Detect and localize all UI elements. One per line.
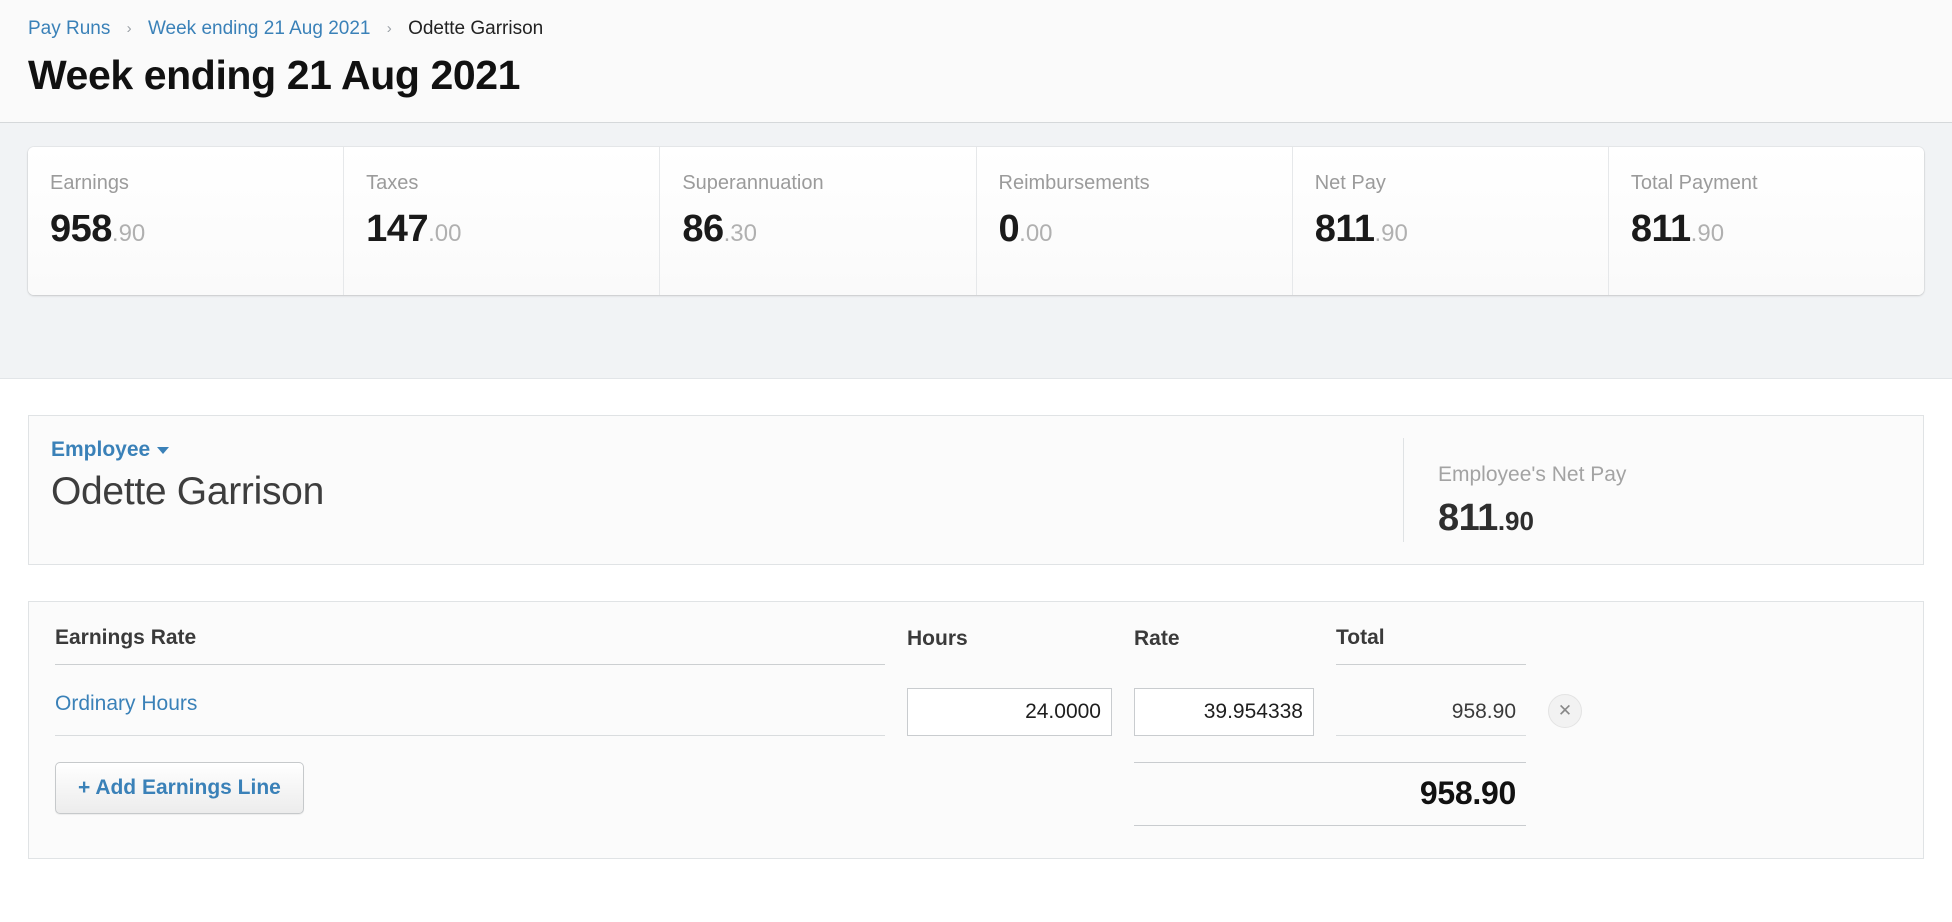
summary-card-value-whole: 86: [682, 208, 724, 250]
summary-card-value: 811.90: [1631, 207, 1924, 259]
summary-card-label: Taxes: [366, 172, 419, 194]
summary-card-value-frac: .00: [428, 220, 462, 247]
rate-cell: [1134, 688, 1314, 736]
employee-net-pay: Employee's Net Pay 811.90: [1403, 438, 1923, 542]
employee-panel-left: Employee Odette Garrison: [29, 416, 1403, 564]
employee-net-pay-whole: 811: [1438, 497, 1498, 539]
earnings-table-footer: + Add Earnings Line 958.90: [29, 762, 1923, 826]
summary-card-value-frac: .90: [1690, 220, 1725, 247]
employee-selector[interactable]: Employee: [51, 438, 170, 462]
add-earnings-line-button[interactable]: + Add Earnings Line: [55, 762, 304, 814]
summary-card-total-payment: Total Payment 811.90: [1608, 147, 1924, 295]
breadcrumb-separator-icon: ›: [126, 20, 132, 37]
table-row: Ordinary Hours 958.90 ✕: [29, 681, 1923, 736]
employee-selector-label: Employee: [51, 438, 151, 461]
summary-band: Earnings 958.90 Taxes 147.00 Superannuat…: [0, 123, 1952, 379]
earnings-table-header: Earnings Rate Hours Rate Total: [29, 626, 1923, 665]
summary-card-value: 147.00: [366, 207, 659, 259]
employee-net-pay-label: Employee's Net Pay: [1438, 463, 1627, 486]
summary-card-value: 958.90: [50, 207, 343, 259]
summary-card-label: Earnings: [50, 172, 129, 194]
chevron-down-icon: [157, 447, 170, 454]
summary-card-value-frac: .90: [111, 220, 146, 247]
page-header: Pay Runs › Week ending 21 Aug 2021 › Ode…: [0, 0, 1952, 123]
hours-input[interactable]: [907, 688, 1112, 736]
breadcrumb-item-pay-run[interactable]: Week ending 21 Aug 2021: [148, 18, 371, 39]
employee-panel: Employee Odette Garrison Employee's Net …: [28, 415, 1924, 565]
summary-card-value-whole: 811: [1314, 208, 1375, 250]
summary-card-value: 811.90: [1315, 207, 1608, 259]
earnings-grand-total-value: 958.90: [1419, 775, 1516, 811]
summary-card-net-pay: Net Pay 811.90: [1292, 147, 1609, 295]
breadcrumb: Pay Runs › Week ending 21 Aug 2021 › Ode…: [28, 18, 1952, 41]
breadcrumb-separator-icon: ›: [386, 20, 392, 37]
summary-card-label: Superannuation: [682, 172, 824, 194]
rate-input[interactable]: [1134, 688, 1314, 736]
row-actions: ✕: [1548, 694, 1638, 736]
summary-card-reimbursements: Reimbursements 0.00: [976, 147, 1293, 295]
summary-card-value-whole: 147: [366, 208, 429, 250]
summary-card-value-frac: .30: [723, 220, 757, 247]
summary-card-earnings: Earnings 958.90: [28, 147, 345, 295]
summary-card-label: Reimbursements: [998, 172, 1150, 194]
summary-card-value-frac: .90: [1374, 220, 1408, 247]
summary-card-value: 0.00: [999, 207, 1292, 259]
summary-card-value-whole: 811: [1630, 208, 1691, 250]
summary-card-label: Total Payment: [1630, 172, 1758, 194]
breadcrumb-item-current: Odette Garrison: [408, 18, 544, 39]
employee-name: Odette Garrison: [51, 470, 324, 513]
employee-net-pay-value: 811.90: [1438, 496, 1923, 548]
main-content: Employee Odette Garrison Employee's Net …: [0, 379, 1952, 859]
column-header-hours: Hours: [907, 627, 968, 650]
column-header-total: Total: [1336, 626, 1526, 665]
earnings-panel: Earnings Rate Hours Rate Total Ordinary …: [28, 601, 1924, 859]
summary-card-value-whole: 0: [998, 208, 1020, 250]
earnings-rate-link[interactable]: Ordinary Hours: [55, 681, 885, 736]
summary-card-taxes: Taxes 147.00: [344, 147, 661, 295]
summary-card-value-frac: .00: [1019, 220, 1053, 247]
summary-card-superannuation: Superannuation 86.30: [660, 147, 977, 295]
summary-card-value: 86.30: [682, 207, 975, 259]
hours-cell: [907, 688, 1112, 736]
summary-card-value-whole: 958: [50, 208, 112, 250]
summary-cards: Earnings 958.90 Taxes 147.00 Superannuat…: [28, 147, 1924, 295]
summary-card-label: Net Pay: [1314, 172, 1386, 194]
breadcrumb-item-pay-runs[interactable]: Pay Runs: [28, 18, 110, 39]
column-header-rate: Rate: [1134, 627, 1180, 650]
earnings-grand-total: 958.90: [1134, 762, 1526, 826]
employee-net-pay-frac: .90: [1497, 506, 1534, 536]
close-icon[interactable]: ✕: [1548, 694, 1582, 728]
column-header-actions: [1548, 651, 1638, 665]
column-header-earnings-rate: Earnings Rate: [55, 626, 885, 665]
line-total: 958.90: [1336, 688, 1526, 736]
page-title: Week ending 21 Aug 2021: [28, 52, 521, 98]
